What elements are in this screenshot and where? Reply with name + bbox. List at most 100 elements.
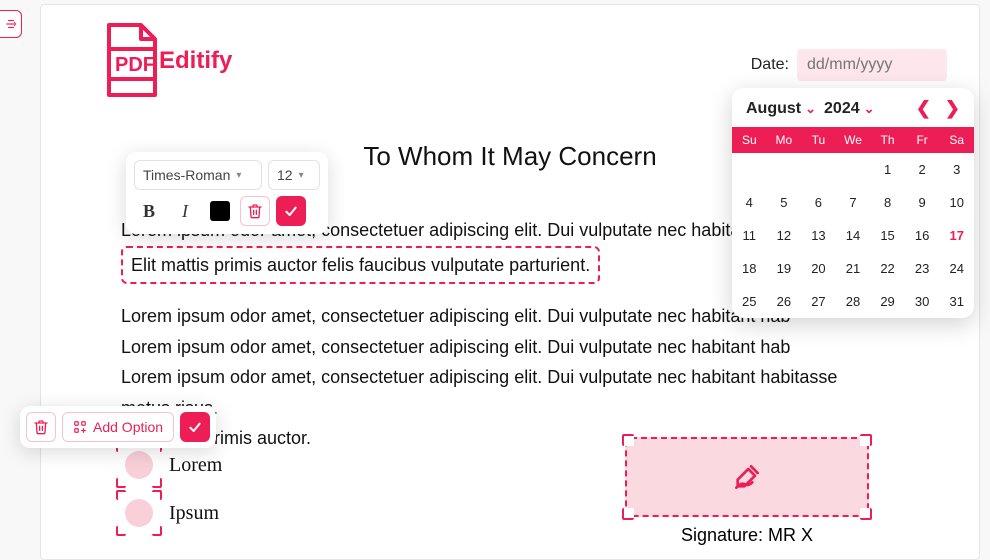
radio-option-1[interactable]	[121, 447, 157, 483]
radio-label-2: Ipsum	[169, 502, 219, 525]
signature-caption: Signature: MR X	[625, 525, 869, 546]
calendar-day[interactable]: 13	[801, 219, 836, 252]
chevron-down-icon: ▾	[236, 170, 241, 181]
calendar-day[interactable]: 18	[732, 252, 767, 285]
add-option-icon	[73, 420, 87, 434]
italic-button[interactable]: I	[170, 196, 200, 226]
add-option-button[interactable]: Add Option	[62, 412, 174, 442]
calendar-day[interactable]: 25	[732, 285, 767, 318]
calendar-empty-cell	[801, 153, 836, 186]
date-input[interactable]	[797, 49, 947, 81]
signature-pen-icon	[731, 461, 763, 493]
calendar-day[interactable]: 4	[732, 186, 767, 219]
calendar-empty-cell	[836, 153, 871, 186]
weekday-header: Sa	[939, 127, 974, 153]
resize-handle-br[interactable]	[152, 478, 162, 488]
calendar-day[interactable]: 5	[767, 186, 802, 219]
confirm-text-button[interactable]	[276, 196, 306, 226]
year-select[interactable]: 2024⌄	[824, 100, 875, 118]
weekday-header: Mo	[767, 127, 802, 153]
radio-dot-icon	[125, 499, 153, 527]
calendar-day[interactable]: 24	[939, 252, 974, 285]
calendar-day[interactable]: 11	[732, 219, 767, 252]
calendar-empty-cell	[767, 153, 802, 186]
bold-button[interactable]: B	[134, 196, 164, 226]
resize-handle-br[interactable]	[152, 526, 162, 536]
resize-handle-tl[interactable]	[116, 490, 126, 500]
resize-handle-bl[interactable]	[116, 478, 126, 488]
pdf-file-icon: PDF	[95, 19, 165, 103]
calendar-day[interactable]: 15	[870, 219, 905, 252]
weekday-header: We	[836, 127, 871, 153]
calendar-day[interactable]: 27	[801, 285, 836, 318]
calendar-day[interactable]: 19	[767, 252, 802, 285]
month-select[interactable]: August⌄	[746, 100, 816, 118]
signature-field[interactable]	[625, 437, 869, 517]
font-family-select[interactable]: Times-Roman▾	[134, 160, 262, 190]
trash-icon	[247, 203, 263, 219]
delete-option-button[interactable]	[26, 412, 56, 442]
resize-handle-tr[interactable]	[152, 490, 162, 500]
radio-label-1: Lorem	[169, 454, 222, 477]
text-edit-toolbar: Times-Roman▾ 12▾ B I	[126, 152, 328, 234]
calendar-grid: 1234567891011121314151617181920212223242…	[732, 153, 974, 318]
resize-handle-bl[interactable]	[622, 508, 634, 520]
radio-options-group: Lorem Ipsum	[121, 441, 222, 537]
check-icon	[283, 203, 299, 219]
resize-handle-bl[interactable]	[116, 526, 126, 536]
weekday-header: Su	[732, 127, 767, 153]
prev-month-button[interactable]: ❮	[916, 98, 931, 119]
collapse-sidebar-tab[interactable]	[0, 10, 22, 38]
date-label: Date:	[751, 56, 789, 74]
logo-text: Editify	[159, 47, 232, 75]
text-color-picker[interactable]	[210, 201, 230, 221]
font-size-select[interactable]: 12▾	[268, 160, 320, 190]
calendar-day[interactable]: 10	[939, 186, 974, 219]
calendar-day[interactable]: 9	[905, 186, 940, 219]
calendar-day[interactable]: 29	[870, 285, 905, 318]
date-picker-popup: August⌄ 2024⌄ ❮ ❯ SuMoTuWeThFrSa 1234567…	[732, 88, 974, 318]
confirm-option-button[interactable]	[180, 412, 210, 442]
expand-icon	[4, 17, 18, 31]
calendar-day[interactable]: 8	[870, 186, 905, 219]
radio-dot-icon	[125, 451, 153, 479]
check-icon	[187, 419, 203, 435]
calendar-day[interactable]: 14	[836, 219, 871, 252]
calendar-day[interactable]: 20	[801, 252, 836, 285]
svg-text:PDF: PDF	[115, 54, 155, 76]
calendar-day[interactable]: 23	[905, 252, 940, 285]
selected-text-span[interactable]: Elit mattis primis auctor felis faucibus…	[121, 246, 600, 285]
calendar-empty-cell	[732, 153, 767, 186]
resize-handle-br[interactable]	[860, 508, 872, 520]
weekday-header: Fr	[905, 127, 940, 153]
weekday-header: Th	[870, 127, 905, 153]
calendar-day[interactable]: 3	[939, 153, 974, 186]
option-edit-toolbar: Add Option	[20, 406, 216, 448]
app-logo: PDF Editify	[95, 19, 232, 103]
calendar-day[interactable]: 31	[939, 285, 974, 318]
calendar-day[interactable]: 26	[767, 285, 802, 318]
calendar-day[interactable]: 2	[905, 153, 940, 186]
calendar-day[interactable]: 16	[905, 219, 940, 252]
calendar-day[interactable]: 21	[836, 252, 871, 285]
chevron-down-icon: ▾	[299, 170, 304, 181]
paragraph-2: Lorem ipsum odor amet, consectetuer adip…	[121, 301, 879, 454]
delete-text-button[interactable]	[240, 196, 270, 226]
calendar-day[interactable]: 1	[870, 153, 905, 186]
next-month-button[interactable]: ❯	[945, 98, 960, 119]
radio-option-2[interactable]	[121, 495, 157, 531]
trash-icon	[33, 419, 49, 435]
calendar-day[interactable]: 7	[836, 186, 871, 219]
calendar-day[interactable]: 30	[905, 285, 940, 318]
chevron-down-icon: ⌄	[864, 101, 875, 117]
calendar-day[interactable]: 22	[870, 252, 905, 285]
calendar-day[interactable]: 12	[767, 219, 802, 252]
chevron-down-icon: ⌄	[805, 101, 816, 117]
weekday-header: Tu	[801, 127, 836, 153]
resize-handle-tr[interactable]	[860, 434, 872, 446]
calendar-day[interactable]: 6	[801, 186, 836, 219]
resize-handle-tl[interactable]	[622, 434, 634, 446]
weekday-header-row: SuMoTuWeThFrSa	[732, 127, 974, 153]
calendar-day[interactable]: 28	[836, 285, 871, 318]
calendar-day[interactable]: 17	[939, 219, 974, 252]
